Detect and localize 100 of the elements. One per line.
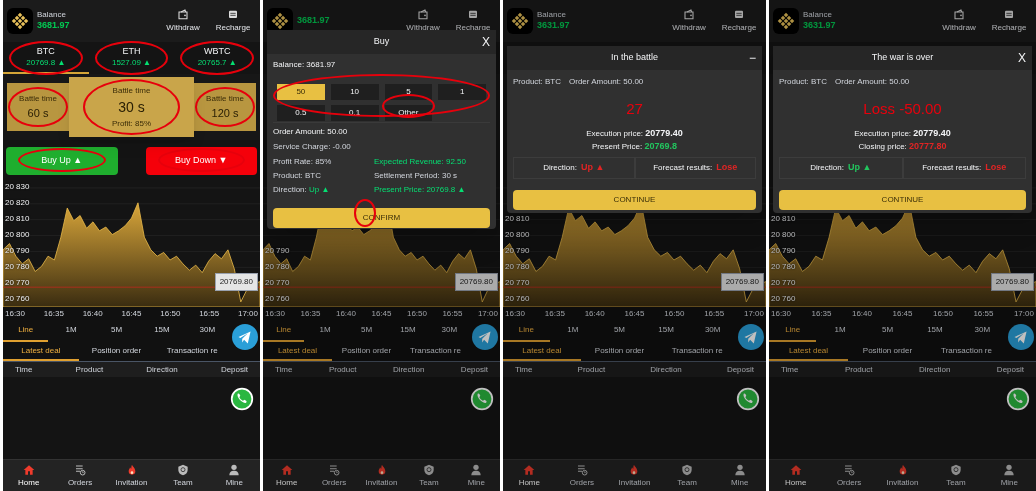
nav-tab[interactable]: Mine (713, 460, 766, 491)
deal-tab[interactable]: Position order (78, 342, 155, 361)
recharge-button[interactable]: Recharge (210, 8, 256, 34)
order-amount: Order Amount: 50.00 (835, 76, 910, 88)
recharge-button[interactable]: Recharge (986, 8, 1032, 34)
nav-tab[interactable]: Orders (310, 460, 358, 491)
column-header: Time (781, 363, 799, 376)
card-icon (227, 8, 239, 20)
continue-button[interactable]: CONTINUE (779, 189, 1026, 210)
interval-tab[interactable]: 1M (304, 320, 346, 342)
balance-label: Balance (537, 10, 566, 21)
price-text: Execution price: 20779.40 (854, 126, 951, 140)
order-amount: Order Amount: 50.00 (273, 122, 490, 138)
deal-tab[interactable]: Transaction re (401, 342, 470, 361)
telegram-icon[interactable] (472, 324, 498, 350)
interval-tab[interactable]: 1M (48, 320, 94, 342)
column-header: Time (15, 363, 33, 376)
axis-label: 20 760 (265, 293, 290, 305)
axis-label: 20 760 (5, 293, 30, 305)
withdraw-button[interactable]: Withdraw (160, 8, 206, 34)
deal-tab[interactable]: Transaction re (658, 342, 736, 361)
product-text: Product: BTC (779, 76, 827, 88)
whatsapp-icon[interactable] (230, 387, 254, 411)
nav-tab[interactable]: Home (263, 460, 311, 491)
nav-tab[interactable]: Team (929, 460, 983, 491)
duration-card[interactable]: Battle time 120 s (194, 83, 256, 131)
axis-label: 16:45 (892, 307, 913, 320)
interval-tab[interactable]: 30M (428, 320, 471, 342)
column-header: Deposit (220, 363, 248, 376)
whatsapp-icon[interactable] (1006, 387, 1030, 411)
nav-tab[interactable]: Home (3, 460, 55, 491)
deal-tab[interactable]: Transaction re (154, 342, 230, 361)
buy-down-button[interactable]: Buy Down ▼ (145, 146, 257, 175)
withdraw-button[interactable]: Withdraw (666, 8, 712, 34)
nav-tab[interactable]: Orders (54, 460, 106, 491)
telegram-icon[interactable] (738, 324, 764, 350)
close-button[interactable]: − (749, 49, 756, 67)
close-button[interactable]: X (1018, 49, 1026, 67)
deal-tab[interactable]: Position order (580, 342, 659, 361)
whatsapp-icon[interactable] (470, 387, 494, 411)
nav-tab[interactable]: Orders (555, 460, 609, 491)
nav-tab[interactable]: Team (157, 460, 209, 491)
outcome-cell: Direction: Up ▲ (779, 156, 903, 179)
withdraw-button[interactable]: Withdraw (400, 8, 446, 34)
nav-tab[interactable]: Mine (452, 460, 500, 491)
interval-tab[interactable]: 1M (816, 320, 864, 342)
nav-tab[interactable]: Invitation (608, 460, 661, 491)
nav-tab[interactable]: Invitation (105, 460, 158, 491)
dialog-title: Buy (373, 35, 390, 49)
deal-tab[interactable]: Position order (332, 342, 401, 361)
amount-option[interactable]: 1 (438, 84, 486, 100)
interval-tab[interactable]: 1M (549, 320, 597, 342)
axis-label: 20 830 (5, 181, 30, 193)
axis-label: 16:40 (82, 307, 103, 320)
amount-option[interactable]: 0.5 (277, 105, 325, 121)
duration-card[interactable]: Battle time 60 s (7, 83, 69, 131)
deal-tab[interactable]: Transaction re (927, 342, 1006, 361)
nav-tab[interactable]: Team (660, 460, 714, 491)
nav-tab[interactable]: Invitation (357, 460, 406, 491)
amount-option[interactable]: 50 (277, 84, 325, 100)
nav-tab[interactable]: Mine (982, 460, 1036, 491)
interval-tab[interactable]: 30M (184, 320, 231, 342)
telegram-icon[interactable] (232, 324, 258, 350)
column-header: Deposit (996, 363, 1024, 376)
nav-tab[interactable]: Orders (822, 460, 876, 491)
deal-tab[interactable]: Position order (848, 342, 927, 361)
recharge-button[interactable]: Recharge (716, 8, 762, 34)
close-button[interactable]: X (482, 33, 490, 51)
amount-option[interactable]: 5 (384, 84, 433, 100)
column-header: Direction (650, 363, 682, 376)
balance-value: 3631.97 (537, 20, 570, 32)
interval-tab[interactable]: 5M (345, 320, 388, 342)
interval-tab[interactable]: 30M (958, 320, 1007, 342)
interval-tab[interactable]: 5M (863, 320, 912, 342)
interval-tab[interactable]: 5M (596, 320, 643, 342)
nav-tab[interactable]: Home (769, 460, 823, 491)
list-clock-icon (575, 464, 588, 476)
withdraw-button[interactable]: Withdraw (936, 8, 982, 34)
shield-icon (681, 464, 694, 476)
axis-label: 20 760 (771, 293, 796, 305)
amount-option[interactable]: 10 (330, 84, 379, 100)
interval-tab[interactable]: 30M (689, 320, 736, 342)
axis-label: 16:45 (371, 307, 392, 320)
continue-button[interactable]: CONTINUE (513, 189, 756, 210)
interval-tab[interactable]: 15M (387, 320, 429, 342)
interval-tab[interactable]: 5M (93, 320, 140, 342)
interval-tab[interactable]: 15M (911, 320, 959, 342)
telegram-icon[interactable] (1008, 324, 1034, 350)
nav-tab[interactable]: Mine (208, 460, 260, 491)
nav-tab[interactable]: Invitation (875, 460, 930, 491)
nav-tab[interactable]: Team (405, 460, 453, 491)
amount-option[interactable]: 0.1 (330, 105, 379, 121)
duration-card[interactable]: Battle time 30 s Profit: 85% (69, 77, 194, 137)
interval-tab[interactable]: 15M (642, 320, 690, 342)
nav-tab[interactable]: Home (503, 460, 556, 491)
interval-tab[interactable]: 15M (139, 320, 185, 342)
whatsapp-icon[interactable] (736, 387, 760, 411)
coin-tab[interactable]: WBTC 20765.7 ▲ (174, 42, 260, 74)
axis-label: 20 760 (505, 293, 530, 305)
coin-tab[interactable]: ETH 1527.09 ▲ (88, 42, 175, 74)
